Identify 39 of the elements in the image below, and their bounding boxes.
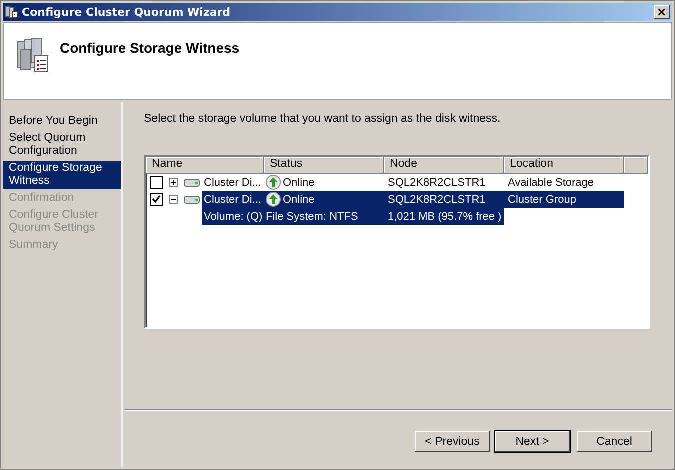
- checkmark-icon: [152, 195, 161, 204]
- wizard-button[interactable]: Cancel: [577, 431, 652, 452]
- column-header[interactable]: Name: [146, 157, 264, 174]
- column-header[interactable]: Status: [264, 157, 384, 174]
- page-title: Configure Storage Witness: [60, 40, 240, 56]
- table-cell: Online: [283, 176, 315, 188]
- checkbox[interactable]: [150, 176, 163, 189]
- drive-icon: [184, 196, 200, 204]
- drive-icon: [184, 178, 200, 186]
- wizard-step: Configure Cluster Quorum Settings: [3, 208, 121, 236]
- table-cell: Online: [283, 194, 315, 206]
- wizard-step: Confirmation: [3, 191, 121, 206]
- arrow-up-icon: [266, 192, 281, 207]
- wizard-button[interactable]: Next >: [495, 431, 570, 452]
- table-cell: Volume: (Q): [202, 208, 264, 225]
- close-button[interactable]: ×: [654, 5, 670, 19]
- table-cell: 1,021 MB (95.7% free ): [384, 208, 504, 225]
- table-cell: Cluster Di...: [202, 191, 264, 208]
- column-header[interactable]: Location: [504, 157, 624, 174]
- expand-icon[interactable]: [169, 178, 178, 187]
- table-cell-text: Available Storage: [507, 176, 596, 190]
- instruction-text: Select the storage volume that you want to assign as the disk witness.: [144, 113, 502, 125]
- servers-icon: [16, 38, 50, 74]
- table-cell: Cluster Group: [504, 191, 624, 208]
- wizard-step[interactable]: Before You Begin: [3, 114, 121, 129]
- wizard-step[interactable]: Configure Storage Witness: [3, 161, 121, 189]
- table-cell-text: SQL2K8R2CLSTR1: [387, 176, 487, 190]
- collapse-icon[interactable]: [169, 195, 178, 204]
- wizard-step[interactable]: Select Quorum Configuration: [3, 131, 121, 159]
- table-cell: SQL2K8R2CLSTR1: [384, 191, 504, 208]
- column-header[interactable]: Node: [384, 157, 504, 174]
- table-cell: File System: NTFS: [264, 208, 384, 225]
- checkbox[interactable]: [150, 193, 163, 206]
- window-title: Configure Cluster Quorum Wizard: [22, 6, 232, 18]
- arrow-up-icon: [266, 175, 281, 190]
- wizard-button[interactable]: < Previous: [415, 431, 490, 452]
- table-cell-text: Cluster Di...: [203, 176, 262, 190]
- servers-icon: [5, 6, 19, 18]
- wizard-step: Summary: [3, 238, 121, 253]
